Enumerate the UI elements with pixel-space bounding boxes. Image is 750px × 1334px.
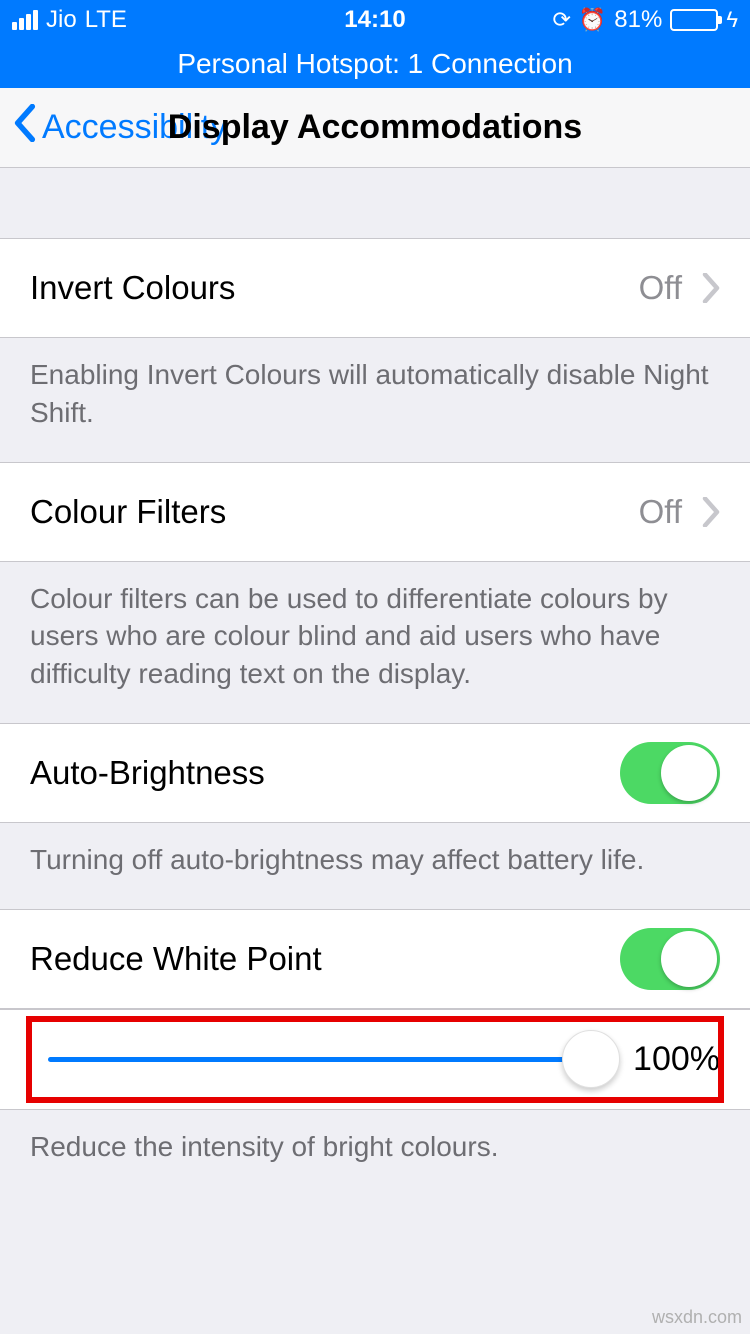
colour-filters-footer: Colour filters can be used to differenti… — [0, 562, 750, 723]
colour-filters-label: Colour Filters — [30, 493, 619, 531]
slider-thumb[interactable] — [562, 1030, 620, 1088]
invert-colours-label: Invert Colours — [30, 269, 619, 307]
reduce-white-point-toggle[interactable] — [620, 928, 720, 990]
battery-icon — [670, 9, 718, 31]
chevron-right-icon — [702, 497, 720, 527]
colour-filters-value: Off — [639, 493, 682, 531]
alarm-icon: ⏰ — [579, 9, 606, 31]
auto-brightness-toggle[interactable] — [620, 742, 720, 804]
watermark: wsxdn.com — [652, 1307, 742, 1328]
orientation-lock-icon: ⟳ — [552, 9, 570, 31]
reduce-white-point-slider-row: 100% — [0, 1009, 750, 1110]
carrier-label: Jio — [46, 6, 77, 34]
colour-filters-row[interactable]: Colour Filters Off — [0, 462, 750, 562]
invert-colours-value: Off — [639, 269, 682, 307]
invert-colours-row[interactable]: Invert Colours Off — [0, 238, 750, 338]
auto-brightness-row: Auto-Brightness — [0, 723, 750, 823]
reduce-white-point-label: Reduce White Point — [30, 940, 600, 978]
invert-colours-footer: Enabling Invert Colours will automatical… — [0, 338, 750, 462]
status-bar: Jio LTE 14:10 ⟳ ⏰ 81% ϟ — [0, 0, 750, 40]
nav-bar: Accessibility Display Accommodations — [0, 88, 750, 168]
reduce-white-point-row: Reduce White Point — [0, 909, 750, 1009]
charging-icon: ϟ — [726, 9, 738, 31]
status-left: Jio LTE — [12, 6, 127, 34]
hotspot-bar[interactable]: Personal Hotspot: 1 Connection — [0, 40, 750, 88]
chevron-right-icon — [702, 273, 720, 303]
chevron-left-icon — [14, 104, 36, 151]
battery-percent: 81% — [614, 6, 662, 34]
hotspot-label: Personal Hotspot: 1 Connection — [177, 48, 572, 80]
reduce-white-point-footer: Reduce the intensity of bright colours. — [0, 1110, 750, 1196]
auto-brightness-label: Auto-Brightness — [30, 754, 600, 792]
reduce-white-point-slider[interactable] — [48, 1057, 592, 1062]
signal-icon — [12, 10, 38, 30]
page-title: Display Accommodations — [168, 108, 582, 147]
network-label: LTE — [85, 6, 127, 34]
status-time: 14:10 — [344, 6, 405, 34]
status-right: ⟳ ⏰ 81% ϟ — [552, 6, 738, 34]
auto-brightness-footer: Turning off auto-brightness may affect b… — [0, 823, 750, 909]
reduce-white-point-percent: 100% — [610, 1040, 720, 1079]
